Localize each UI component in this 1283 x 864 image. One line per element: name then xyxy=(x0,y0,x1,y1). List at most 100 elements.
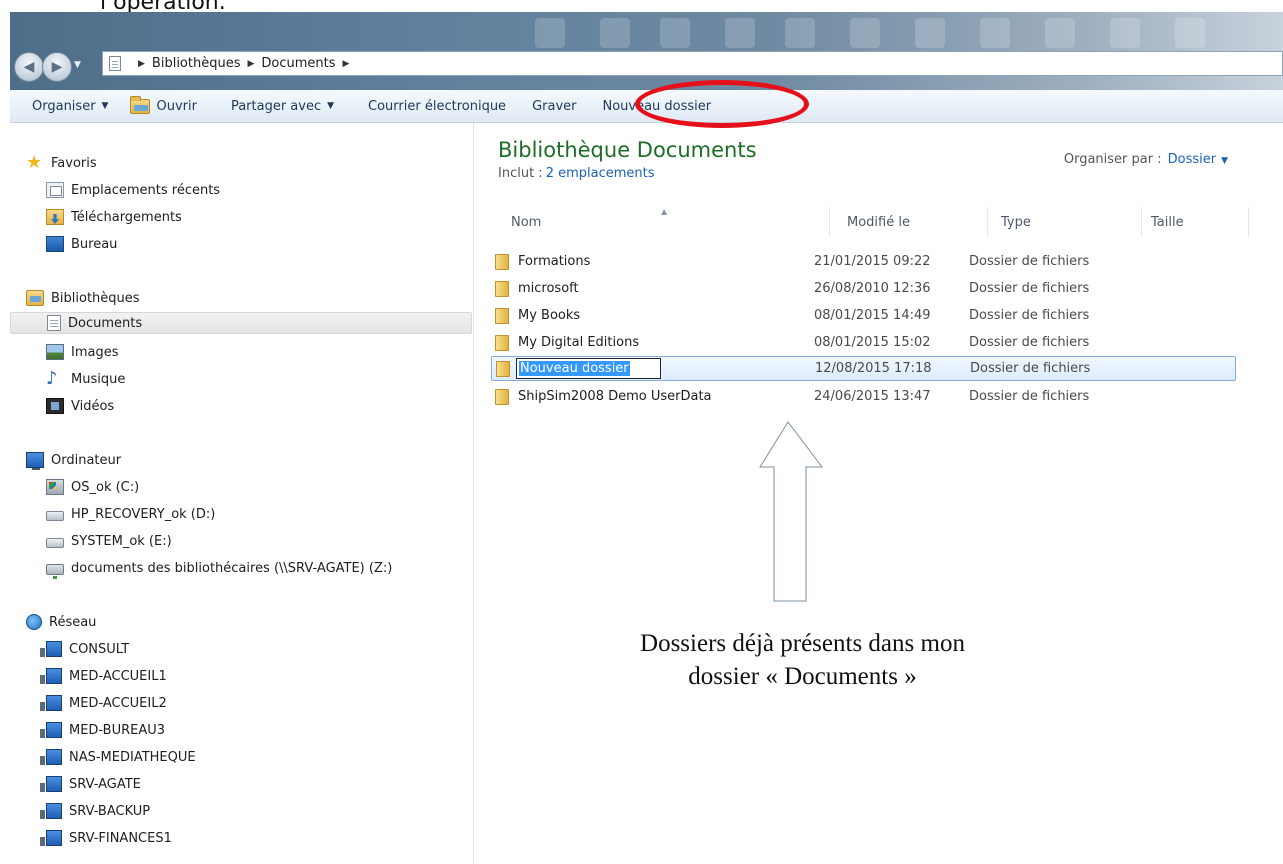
includes-locations-link[interactable]: 2 emplacements xyxy=(546,166,655,181)
file-row[interactable]: Formations 21/01/2015 09:22 Dossier de f… xyxy=(491,250,1236,275)
downloads-icon xyxy=(46,209,64,225)
document-icon xyxy=(109,56,121,71)
rename-input[interactable]: Nouveau dossier xyxy=(516,358,661,379)
file-type: Dossier de fichiers xyxy=(969,335,1090,350)
arrange-by-dropdown[interactable]: Dossier xyxy=(1168,152,1216,167)
annotation-text: Dossiers déjà présents dans mon dossier … xyxy=(560,627,1045,693)
email-label: Courrier électronique xyxy=(368,98,507,114)
nav-item-images[interactable]: Images xyxy=(46,341,119,363)
file-row[interactable]: My Books 08/01/2015 14:49 Dossier de fic… xyxy=(491,304,1236,329)
file-modified: 08/01/2015 14:49 xyxy=(814,308,931,323)
column-header-size[interactable]: Taille xyxy=(1151,215,1184,230)
chevron-down-icon[interactable]: ▼ xyxy=(1221,156,1228,166)
organize-button[interactable]: Organiser ▼ xyxy=(32,99,108,114)
file-row[interactable]: My Digital Editions 08/01/2015 15:02 Dos… xyxy=(491,331,1236,356)
new-folder-label: Nouveau dossier xyxy=(602,98,712,114)
nav-item-music[interactable]: ♪ Musique xyxy=(46,368,125,390)
nav-item-label: Musique xyxy=(71,371,126,387)
nav-item-med-accueil2[interactable]: MED-ACCUEIL2 xyxy=(40,692,167,714)
network-computer-icon xyxy=(40,668,62,684)
column-header-type[interactable]: Type xyxy=(1001,215,1031,230)
share-button[interactable]: Partager avec ▼ xyxy=(231,99,334,114)
network-computer-icon xyxy=(40,749,62,765)
file-type: Dossier de fichiers xyxy=(969,281,1090,296)
nav-item-label: MED-BUREAU3 xyxy=(69,722,166,738)
folder-icon xyxy=(495,254,509,270)
file-type: Dossier de fichiers xyxy=(969,389,1090,404)
column-divider[interactable] xyxy=(1141,207,1142,237)
file-name: ShipSim2008 Demo UserData xyxy=(518,389,712,404)
nav-item-srv-agate[interactable]: SRV-AGATE xyxy=(40,773,141,795)
file-row-selected[interactable]: Nouveau dossier 12/08/2015 17:18 Dossier… xyxy=(491,356,1236,381)
file-name: My Books xyxy=(518,308,581,323)
arrange-by-control: Organiser par : Dossier ▼ xyxy=(1064,152,1228,167)
system-drive-icon xyxy=(46,479,64,495)
nav-group-computer[interactable]: Ordinateur xyxy=(26,449,121,471)
address-bar[interactable]: ▶ Bibliothèques ▶ Documents ▶ xyxy=(102,51,1283,76)
email-button[interactable]: Courrier électronique xyxy=(368,99,506,114)
nav-item-srv-finances1[interactable]: SRV-FINANCES1 xyxy=(40,827,172,849)
nav-item-label: OS_ok (C:) xyxy=(71,479,140,495)
open-button[interactable]: Ouvrir xyxy=(130,95,197,114)
file-name: My Digital Editions xyxy=(518,335,640,350)
breadcrumb-libraries[interactable]: Bibliothèques xyxy=(152,56,241,71)
nav-item-med-accueil1[interactable]: MED-ACCUEIL1 xyxy=(40,665,167,687)
share-label: Partager avec xyxy=(230,98,322,114)
file-name: Formations xyxy=(518,254,591,269)
column-divider[interactable] xyxy=(829,207,830,237)
music-note-icon: ♪ xyxy=(46,368,58,389)
rename-selected-text: Nouveau dossier xyxy=(519,361,630,376)
chevron-right-icon[interactable]: ▶ xyxy=(247,59,254,69)
nav-item-label: MED-ACCUEIL2 xyxy=(69,695,167,711)
nav-item-label: Bureau xyxy=(71,236,118,252)
nav-item-downloads[interactable]: Téléchargements xyxy=(46,206,182,228)
file-modified: 08/01/2015 15:02 xyxy=(814,335,931,350)
organize-label: Organiser xyxy=(32,98,96,114)
includes-label: Inclut : xyxy=(498,166,543,181)
nav-item-nas-mediatheque[interactable]: NAS-MEDIATHEQUE xyxy=(40,746,196,768)
nav-item-drive-z[interactable]: documents des bibliothécaires (\\SRV-AGA… xyxy=(46,557,392,579)
column-header-modified[interactable]: Modifié le xyxy=(847,215,910,230)
breadcrumb-documents[interactable]: Documents xyxy=(261,56,335,71)
column-divider[interactable] xyxy=(1248,207,1249,237)
nav-group-network[interactable]: Réseau xyxy=(26,611,96,633)
nav-item-med-bureau3[interactable]: MED-BUREAU3 xyxy=(40,719,166,741)
nav-item-srv-backup[interactable]: SRV-BACKUP xyxy=(40,800,151,822)
column-divider[interactable] xyxy=(987,207,988,237)
nav-item-videos[interactable]: Vidéos xyxy=(46,395,114,417)
arrow-right-icon: ▶ xyxy=(51,59,63,75)
recent-pages-dropdown[interactable]: ▼ xyxy=(74,60,81,70)
file-row[interactable]: microsoft 26/08/2010 12:36 Dossier de fi… xyxy=(491,277,1236,302)
file-modified: 21/01/2015 09:22 xyxy=(814,254,931,269)
file-modified: 26/08/2010 12:36 xyxy=(814,281,931,296)
nav-item-label: SRV-BACKUP xyxy=(69,803,151,819)
folder-icon xyxy=(496,361,510,377)
nav-item-label: NAS-MEDIATHEQUE xyxy=(69,749,196,765)
folder-icon xyxy=(495,389,509,405)
chevron-right-icon[interactable]: ▶ xyxy=(138,59,145,69)
nav-item-label: SRV-FINANCES1 xyxy=(69,830,172,846)
nav-item-desktop[interactable]: Bureau xyxy=(46,233,117,255)
nav-item-drive-d[interactable]: HP_RECOVERY_ok (D:) xyxy=(46,503,215,525)
computer-icon xyxy=(26,452,44,470)
nav-item-drive-e[interactable]: SYSTEM_ok (E:) xyxy=(46,530,172,552)
arrow-left-icon: ◀ xyxy=(23,59,35,75)
film-icon xyxy=(46,398,64,414)
new-folder-button[interactable]: Nouveau dossier xyxy=(602,99,711,114)
hard-drive-icon xyxy=(46,511,64,521)
burn-button[interactable]: Graver xyxy=(532,99,576,114)
nav-group-favorites[interactable]: ★ Favoris xyxy=(26,152,97,174)
network-computer-icon xyxy=(40,803,62,819)
annotation-line-2: dossier « Documents » xyxy=(688,663,917,690)
forward-button[interactable]: ▶ xyxy=(42,52,72,82)
chevron-right-icon[interactable]: ▶ xyxy=(343,59,350,69)
nav-item-drive-c[interactable]: OS_ok (C:) xyxy=(46,476,139,498)
network-computer-icon xyxy=(40,830,62,846)
nav-item-consult[interactable]: CONSULT xyxy=(40,638,129,660)
column-header-name[interactable]: Nom xyxy=(511,215,541,230)
nav-item-recent-places[interactable]: Emplacements récents xyxy=(46,179,220,201)
nav-group-libraries[interactable]: Bibliothèques xyxy=(26,287,140,309)
file-row[interactable]: ShipSim2008 Demo UserData 24/06/2015 13:… xyxy=(491,385,1236,410)
nav-item-documents[interactable]: Documents xyxy=(10,312,472,334)
back-button[interactable]: ◀ xyxy=(14,52,44,82)
